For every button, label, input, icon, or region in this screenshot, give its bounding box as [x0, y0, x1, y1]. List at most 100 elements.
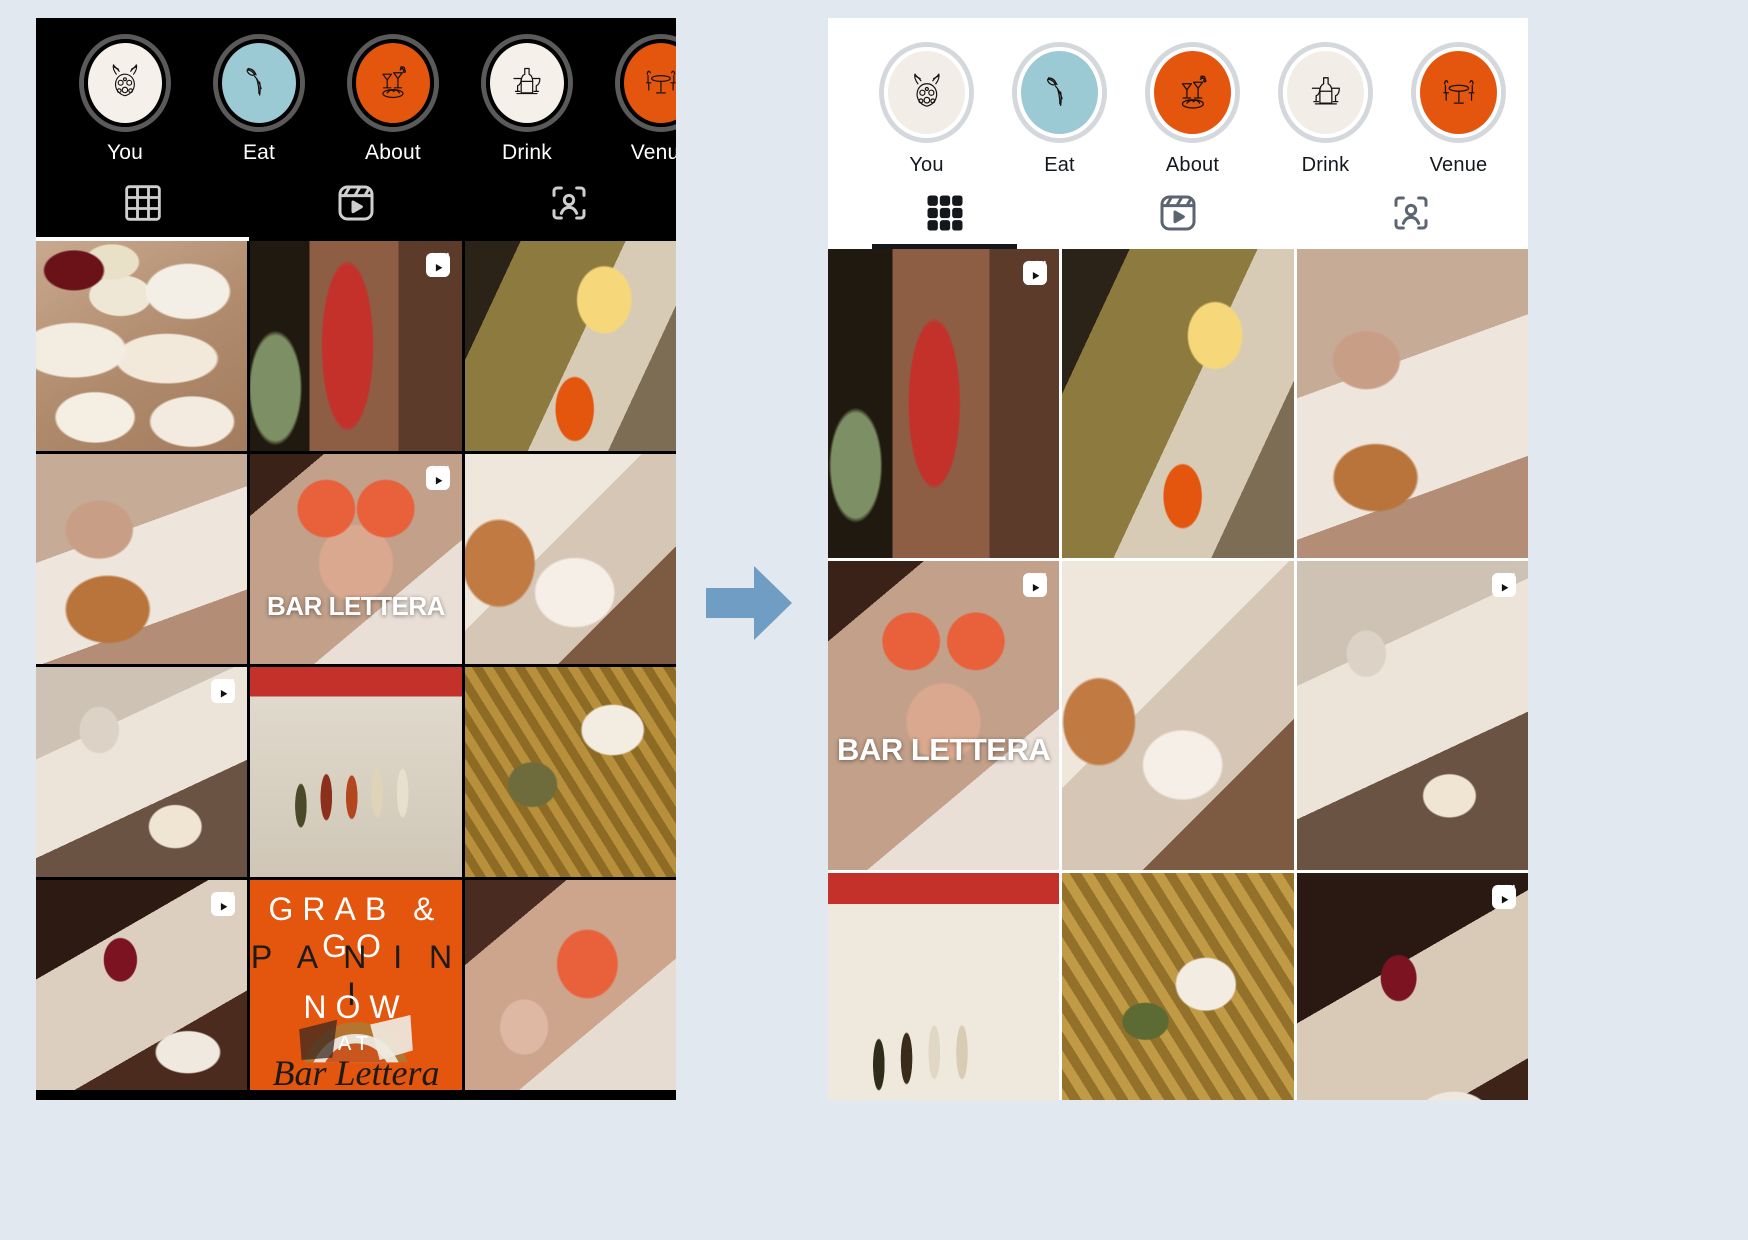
story-highlight-label: Drink — [1301, 154, 1350, 176]
story-ring — [879, 42, 974, 143]
wine-bottle-glass-icon — [504, 58, 550, 108]
story-cover — [620, 39, 676, 127]
story-ring — [213, 34, 305, 132]
tagged-user-icon — [549, 183, 589, 223]
post-cocktail-pour[interactable] — [1296, 561, 1528, 870]
post-thumbnail-image — [464, 667, 676, 877]
post-cheers[interactable]: BAR LETTERA — [828, 561, 1060, 870]
fork-pasta-icon — [236, 58, 282, 108]
reels-icon — [1158, 193, 1198, 233]
post-sandwich-bite[interactable] — [36, 454, 248, 664]
grid-icon — [123, 183, 163, 223]
story-ring — [347, 34, 439, 132]
reels-badge-icon — [1020, 258, 1050, 288]
story-highlight-you[interactable]: You — [58, 34, 192, 165]
story-highlight-venue[interactable]: Venue — [1392, 42, 1525, 177]
post-sandwich-bite[interactable] — [1296, 249, 1528, 558]
story-highlight-about[interactable]: About — [1126, 42, 1259, 177]
story-highlight-label: Eat — [242, 141, 276, 164]
reels-icon — [336, 183, 376, 223]
story-highlight-drink[interactable]: Drink — [460, 34, 594, 165]
story-ring — [481, 34, 573, 132]
post-thumbnail-image — [1296, 249, 1528, 558]
story-cover — [84, 39, 166, 127]
story-highlights-row-right[interactable]: You Eat About Drink Venue — [828, 18, 1528, 177]
story-highlight-eat[interactable]: Eat — [192, 34, 326, 165]
post-bar-sign[interactable] — [250, 241, 462, 451]
cocktail-plate-icon — [370, 58, 416, 108]
reels-badge-icon — [1489, 570, 1519, 600]
reels-tab[interactable] — [249, 165, 462, 241]
reels-badge-icon — [208, 676, 238, 706]
post-caption-overlay: BAR LETTERA — [837, 732, 1051, 768]
story-ring — [79, 34, 171, 132]
post-olives-bread[interactable] — [1062, 873, 1294, 1100]
post-bar-sign[interactable] — [828, 249, 1060, 558]
post-thumbnail-image — [1062, 249, 1294, 558]
post-grid-left[interactable]: BAR LETTERA GRAB & GO P A N I N I NOW AT… — [36, 241, 676, 1090]
post-storefront[interactable] — [1062, 249, 1294, 558]
reels-badge-icon — [423, 463, 453, 493]
post-thumbnail-image — [36, 454, 248, 664]
profile-screenshot-after: You Eat About Drink Venue BAR LETTERA — [828, 18, 1528, 1100]
story-ring — [1411, 42, 1506, 143]
story-ring — [1012, 42, 1107, 143]
profile-tab-bar-right[interactable] — [828, 177, 1528, 249]
post-rose-toast[interactable] — [464, 880, 676, 1090]
post-thumbnail-image — [464, 880, 676, 1090]
story-highlights-row-left[interactable]: You Eat About Drink Venu — [36, 18, 676, 165]
story-highlight-label: Venue — [630, 141, 676, 164]
post-bottle-shelf[interactable] — [250, 667, 462, 877]
profile-screenshot-before: You Eat About Drink Venu BAR LETTERA GRA… — [36, 18, 676, 1100]
post-cheers[interactable]: BAR LETTERA — [250, 454, 462, 664]
tagged-tab[interactable] — [1295, 177, 1528, 249]
post-bottle-shelf[interactable] — [828, 873, 1060, 1100]
post-grid-right[interactable]: BAR LETTERA — [828, 249, 1528, 1100]
story-cover — [1283, 47, 1368, 138]
post-wine-dinner[interactable] — [1296, 873, 1528, 1100]
story-ring — [1145, 42, 1240, 143]
post-thumbnail-image — [1062, 561, 1294, 870]
post-storefront[interactable] — [464, 241, 676, 451]
post-olives-bread[interactable] — [464, 667, 676, 877]
table-chairs-icon — [1435, 67, 1483, 118]
post-thumbnail-image — [250, 667, 462, 877]
post-thumbnail-image — [1062, 873, 1294, 1100]
post-thumbnail-image — [36, 241, 248, 451]
story-cover — [486, 39, 568, 127]
wine-bottle-glass-icon — [1302, 67, 1350, 118]
story-highlight-venue[interactable]: Venue — [594, 34, 676, 165]
grid-icon — [925, 193, 965, 233]
table-chairs-icon — [638, 58, 676, 108]
deer-floral-icon — [102, 58, 148, 108]
story-cover — [218, 39, 300, 127]
grid-tab[interactable] — [828, 177, 1061, 249]
story-highlight-about[interactable]: About — [326, 34, 460, 165]
profile-tab-bar-left[interactable] — [36, 165, 676, 241]
deer-floral-icon — [903, 67, 951, 118]
story-highlight-drink[interactable]: Drink — [1259, 42, 1392, 177]
story-ring — [1278, 42, 1373, 143]
story-highlight-label: You — [106, 141, 144, 164]
reels-tab[interactable] — [1061, 177, 1294, 249]
story-highlight-label: Drink — [501, 141, 552, 164]
post-plated-dish[interactable] — [1062, 561, 1294, 870]
post-panini-promo[interactable]: GRAB & GO P A N I N I NOW AT Bar Lettera — [250, 880, 462, 1090]
post-cocktail-pour[interactable] — [36, 667, 248, 877]
tagged-tab[interactable] — [463, 165, 676, 241]
reels-badge-icon — [208, 889, 238, 919]
story-highlight-label: Eat — [1044, 154, 1075, 176]
post-plated-dish[interactable] — [464, 454, 676, 664]
story-highlight-label: About — [365, 141, 421, 164]
post-food-spread[interactable] — [36, 241, 248, 451]
fork-pasta-icon — [1036, 67, 1084, 118]
story-cover — [352, 39, 434, 127]
post-wine-dinner[interactable] — [36, 880, 248, 1090]
story-highlight-eat[interactable]: Eat — [993, 42, 1126, 177]
post-thumbnail-image — [1296, 561, 1528, 870]
story-cover — [1150, 47, 1235, 138]
post-thumbnail-image — [464, 454, 676, 664]
grid-tab[interactable] — [36, 165, 250, 241]
story-highlight-you[interactable]: You — [860, 42, 993, 177]
tagged-user-icon — [1391, 193, 1431, 233]
